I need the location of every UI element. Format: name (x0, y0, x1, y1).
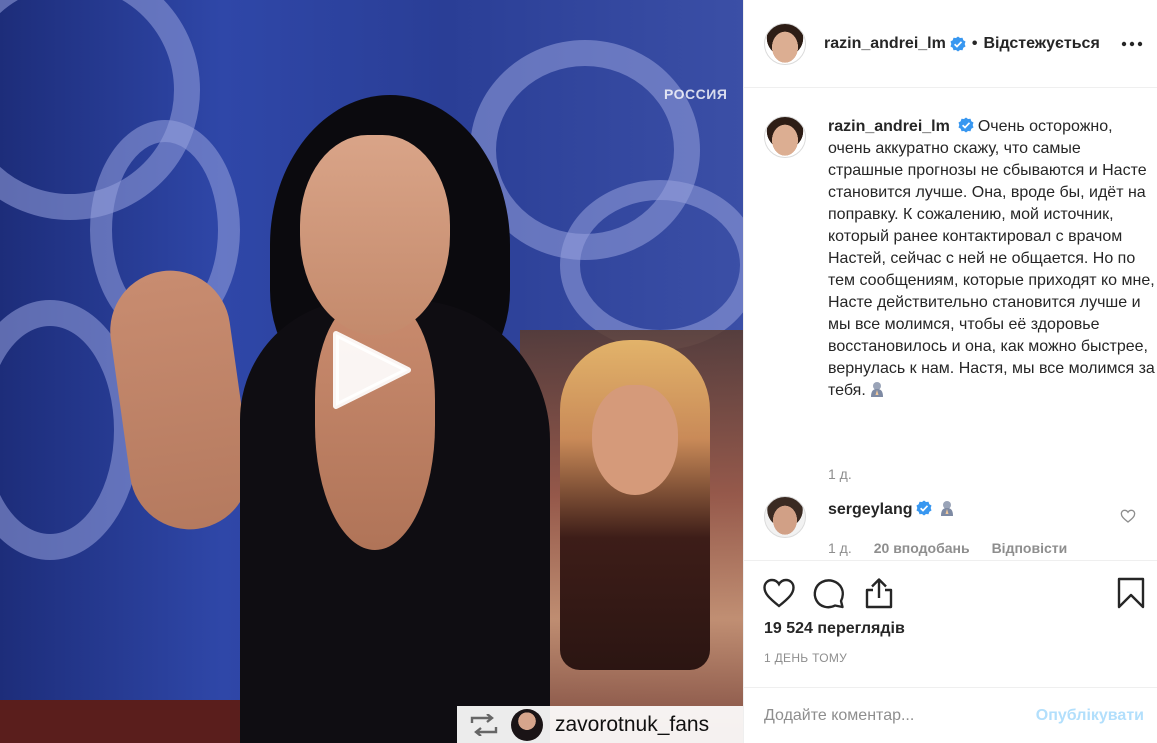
add-comment-bar: Опублікувати (744, 687, 1157, 743)
share-icon[interactable] (862, 576, 896, 610)
verified-icon (958, 117, 974, 133)
author-username[interactable]: razin_andrei_lm (824, 35, 946, 53)
reply-button[interactable]: Відповісти (992, 540, 1068, 556)
post-date[interactable]: 1 ДЕНЬ ТОМУ (764, 651, 847, 665)
channel-logo: РОССИЯ (664, 86, 728, 102)
comment-item: sergeylang (764, 496, 1144, 538)
repost-username: zavorotnuk_fans (555, 712, 710, 736)
comment-icon[interactable] (812, 576, 846, 610)
caption-timestamp[interactable]: 1 д. (828, 466, 852, 482)
post-caption: razin_andrei_lm Очень осторожно, очень а… (764, 116, 1157, 402)
post-sidebar: razin_andrei_lm • Відстежується razin_an… (743, 0, 1157, 743)
performer-face (300, 135, 450, 335)
commenter-username[interactable]: sergeylang (828, 501, 912, 518)
repost-badge: zavorotnuk_fans (457, 706, 743, 743)
post-header: razin_andrei_lm • Відстежується (744, 0, 1157, 88)
header-separator: • (971, 34, 978, 52)
bookmark-icon[interactable] (1114, 576, 1148, 610)
post-media[interactable]: РОССИЯ zavorotnuk_fans (0, 0, 743, 743)
publish-button[interactable]: Опублікувати (1036, 707, 1144, 725)
verified-icon (950, 36, 966, 51)
comment-meta: 1 д. 20 вподобань Відповісти (828, 540, 1067, 556)
more-icon[interactable] (1120, 32, 1144, 56)
play-icon[interactable] (332, 330, 412, 410)
comment-timestamp[interactable]: 1 д. (828, 540, 852, 556)
comment-like-heart-icon[interactable] (1120, 508, 1136, 524)
follow-button[interactable]: Відстежується (983, 35, 1099, 53)
repost-icon (470, 713, 498, 736)
background-ornament (560, 180, 743, 350)
heart-icon[interactable] (762, 576, 796, 610)
view-count[interactable]: 19 524 перегля­дів (764, 620, 905, 638)
caption-author-avatar[interactable] (764, 116, 806, 158)
commenter-avatar[interactable] (764, 496, 806, 538)
audience-person-face (592, 385, 678, 495)
verified-icon (916, 500, 932, 516)
praying-emoji-icon (941, 501, 954, 516)
repost-avatar (511, 708, 543, 741)
caption-text: Очень осторожно, очень аккуратно скажу, … (828, 118, 1155, 399)
caption-username[interactable]: razin_andrei_lm (828, 118, 950, 135)
author-avatar[interactable] (764, 22, 806, 65)
comment-input[interactable] (764, 706, 1036, 725)
praying-emoji-icon (870, 382, 883, 397)
comment-likes[interactable]: 20 вподобань (874, 540, 970, 556)
action-bar (744, 562, 1157, 622)
comments-section: razin_andrei_lm Очень осторожно, очень а… (744, 88, 1157, 561)
